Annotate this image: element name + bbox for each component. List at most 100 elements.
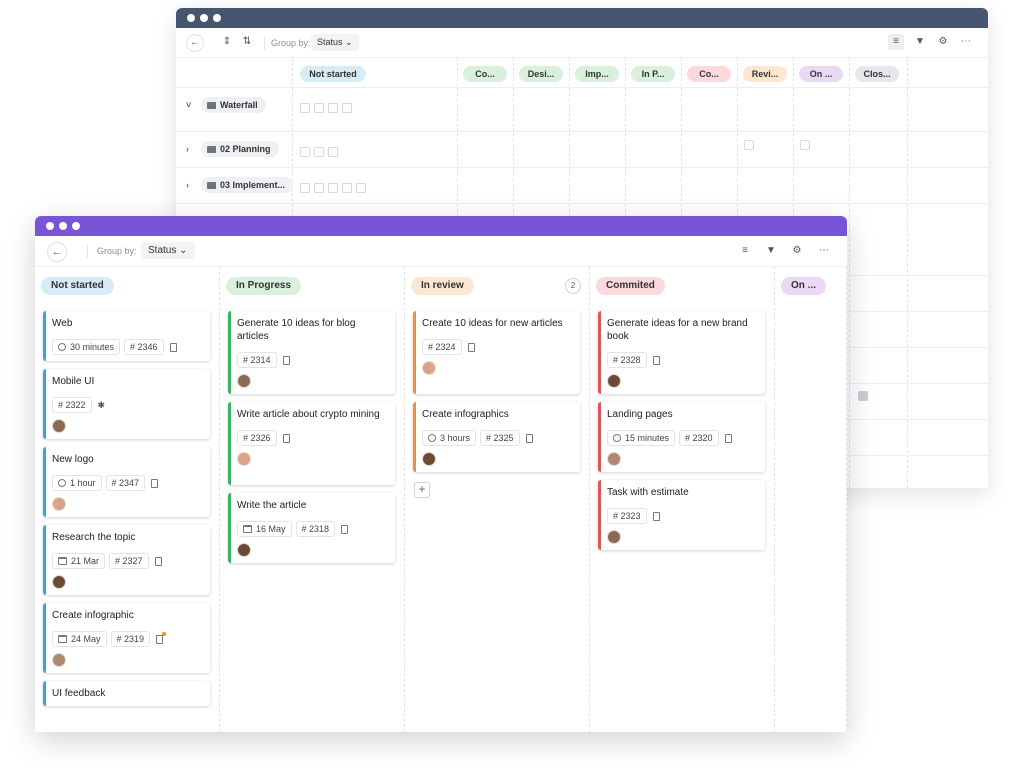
chip-text: 24 May xyxy=(71,634,101,644)
clipboard-icon[interactable] xyxy=(652,355,660,365)
task-card[interactable]: Landing pages 15 minutes # 2320 xyxy=(598,402,765,472)
group-row[interactable]: ˅ Waterfall xyxy=(176,88,988,132)
clipboard-icon[interactable] xyxy=(151,478,159,488)
clipboard-icon[interactable] xyxy=(467,342,475,352)
task-card[interactable]: Research the topic 21 Mar # 2327 xyxy=(43,525,210,595)
clipboard-icon[interactable] xyxy=(652,511,660,521)
column-title[interactable]: In Progress xyxy=(226,277,302,295)
avatar[interactable] xyxy=(52,419,66,433)
task-card[interactable]: Generate ideas for a new brand book # 232… xyxy=(598,311,765,394)
group-row[interactable]: › 02 Planning xyxy=(176,132,988,168)
task-square[interactable] xyxy=(800,140,810,150)
task-card[interactable]: Mobile UI # 2322 ✱ xyxy=(43,369,210,439)
avatar[interactable] xyxy=(422,452,436,466)
column-title[interactable]: Not started xyxy=(41,277,114,295)
avatar[interactable] xyxy=(607,452,621,466)
task-title: Web xyxy=(52,318,73,329)
add-card-button[interactable]: + xyxy=(414,482,430,498)
estimate-chip: 1 hour xyxy=(52,475,102,491)
task-square[interactable] xyxy=(744,140,754,150)
back-button[interactable]: ← xyxy=(47,242,67,262)
task-square[interactable] xyxy=(342,183,352,193)
avatar[interactable] xyxy=(52,497,66,511)
avatar[interactable] xyxy=(237,543,251,557)
settings-icon[interactable]: ⚙ xyxy=(790,244,804,258)
task-meta: # 2328 xyxy=(607,352,759,368)
window-titlebar xyxy=(35,216,847,236)
column-title[interactable]: On ... xyxy=(781,277,826,295)
task-square[interactable] xyxy=(342,103,352,113)
group-row[interactable]: › 03 Implement... xyxy=(176,168,988,204)
clipboard-icon[interactable] xyxy=(724,433,732,443)
clipboard-icon[interactable] xyxy=(341,524,349,534)
filter-icon[interactable]: ▼ xyxy=(764,244,778,258)
task-card[interactable]: Create 10 ideas for new articles # 2324 xyxy=(413,311,580,394)
clipboard-icon[interactable] xyxy=(282,355,290,365)
task-square[interactable] xyxy=(314,147,324,157)
task-card[interactable]: Web 30 minutes # 2346 xyxy=(43,311,210,361)
task-square[interactable] xyxy=(300,103,310,113)
list-view-icon[interactable]: ≡ xyxy=(888,34,904,50)
task-card[interactable]: Write article about crypto mining # 2326 xyxy=(228,402,395,485)
chip-text: 16 May xyxy=(256,524,286,534)
task-square[interactable] xyxy=(300,147,310,157)
board-window: ← Group by: Status ⌄ ≡ ▼ ⚙ ⋯ Not started… xyxy=(35,216,847,732)
avatar[interactable] xyxy=(422,361,436,375)
task-square[interactable] xyxy=(314,103,324,113)
avatar[interactable] xyxy=(237,374,251,388)
task-id-chip: # 2318 xyxy=(295,521,336,537)
avatar[interactable] xyxy=(52,653,66,667)
clipboard-icon[interactable] xyxy=(169,342,177,352)
expand-all-icon[interactable]: ⇅ xyxy=(240,35,254,49)
chevron-right-icon[interactable]: › xyxy=(186,180,196,190)
task-id-chip: # 2346 xyxy=(124,339,164,355)
group-by-select[interactable]: Status ⌄ xyxy=(141,242,195,259)
task-card[interactable]: New logo 1 hour # 2347 xyxy=(43,447,210,517)
avatar[interactable] xyxy=(607,530,621,544)
chevron-right-icon[interactable]: › xyxy=(186,144,196,154)
avatar[interactable] xyxy=(52,575,66,589)
group-label[interactable]: › 03 Implement... xyxy=(186,177,294,193)
collapse-all-icon[interactable]: ⇕ xyxy=(220,35,234,49)
task-title: Task with estimate xyxy=(607,487,689,498)
column-title[interactable]: Commited xyxy=(596,277,665,295)
task-square[interactable] xyxy=(314,183,324,193)
task-square[interactable] xyxy=(356,183,366,193)
settings-icon[interactable]: ⚙ xyxy=(936,35,950,49)
task-card[interactable]: Create infographics 3 hours # 2325 xyxy=(413,402,580,472)
filter-icon[interactable]: ▼ xyxy=(913,35,927,49)
window-controls[interactable] xyxy=(46,222,80,230)
chip-text: # 2347 xyxy=(111,478,140,488)
avatar[interactable] xyxy=(237,452,251,466)
clipboard-icon[interactable] xyxy=(525,433,533,443)
task-id-chip: # 2347 xyxy=(105,475,146,491)
task-square[interactable] xyxy=(328,183,338,193)
list-view-icon[interactable]: ≡ xyxy=(738,244,752,258)
chip-text: 30 minutes xyxy=(70,342,115,352)
task-square[interactable] xyxy=(300,183,310,193)
avatar[interactable] xyxy=(607,374,621,388)
chip-text: # 2325 xyxy=(486,433,514,443)
clipboard-icon[interactable] xyxy=(282,433,290,443)
window-controls[interactable] xyxy=(187,14,221,22)
task-card[interactable]: UI feedback xyxy=(43,681,210,706)
task-card[interactable]: Create infographic 24 May # 2319 xyxy=(43,603,210,673)
group-label[interactable]: › 02 Planning xyxy=(186,141,279,157)
task-card[interactable]: Task with estimate # 2323 xyxy=(598,480,765,550)
back-button[interactable]: ← xyxy=(186,34,204,52)
task-card[interactable]: Write the article 16 May # 2318 xyxy=(228,493,395,563)
task-card[interactable]: Generate 10 ideas for blog articles # 231… xyxy=(228,311,395,394)
task-square[interactable] xyxy=(328,103,338,113)
task-square[interactable] xyxy=(858,391,868,401)
task-meta: # 2323 xyxy=(607,508,759,524)
clipboard-icon[interactable] xyxy=(154,556,162,566)
more-icon[interactable]: ⋯ xyxy=(959,35,973,49)
group-label[interactable]: ˅ Waterfall xyxy=(186,97,266,113)
chevron-down-icon[interactable]: ˅ xyxy=(186,100,196,110)
more-icon[interactable]: ⋯ xyxy=(817,244,831,258)
group-by-label: Group by: xyxy=(97,246,137,256)
clipboard-icon[interactable] xyxy=(156,631,167,644)
column-title[interactable]: In review xyxy=(411,277,474,295)
task-square[interactable] xyxy=(328,147,338,157)
group-by-select[interactable]: Status ⌄ xyxy=(311,34,359,51)
